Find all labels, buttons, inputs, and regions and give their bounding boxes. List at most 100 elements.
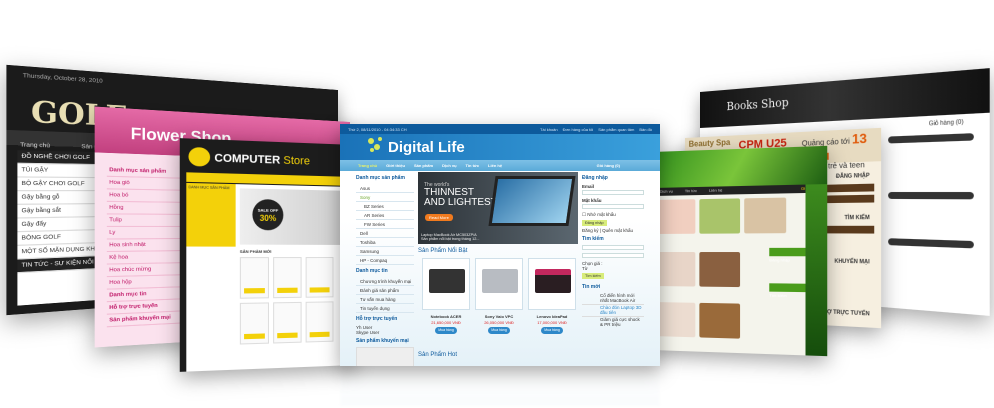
banner-headline: THINNEST AND LIGHTEST [424,188,497,208]
beauty-search: TÌM KIẾM [844,214,870,222]
header: Digital Life [340,134,660,160]
nav-item[interactable]: Sản phẩm [414,163,433,171]
promo-product[interactable] [356,347,414,366]
beauty-login: ĐĂNG NHẬP [835,172,870,181]
category-subitem[interactable]: FW Series [356,220,414,229]
news-item[interactable]: Chương trình khuyến mại [356,277,414,286]
nav-item[interactable]: Dịch vụ [442,163,456,171]
buy-button[interactable]: Mua hàng [435,327,457,334]
news-item[interactable]: Tin tuyển dụng [356,304,414,313]
hot-title: Sản Phẩm Hot [418,352,458,358]
banner-line: AND LIGHTEST [424,197,497,208]
buy-button[interactable]: Mua hàng [488,327,510,334]
promo-title: Sản phẩm khuyến mại [356,338,409,344]
spa-image [699,198,741,234]
login-button[interactable]: Đăng nhập [582,220,607,226]
top-link[interactable]: Đơn hàng của tôi [563,127,594,132]
latest-news-item[interactable]: Chào đón Laptop 3D đầu tiên [582,305,644,317]
product-image [482,269,518,293]
password-input[interactable] [582,204,644,209]
computer-brand-suffix: Store [283,154,310,168]
category-item[interactable]: Asus [356,184,414,193]
product-card[interactable] [239,257,269,299]
reflection [340,366,660,406]
product-card[interactable] [273,301,302,344]
product-card[interactable] [239,302,269,345]
product-card[interactable] [475,258,523,310]
spa-image [655,199,696,234]
news-item[interactable]: Tư vấn mua hàng [356,295,414,304]
top-links: Tài khoản Đơn hàng của tôi Sản phẩm quan… [540,127,652,132]
category-title: Danh mục sản phẩm [356,175,405,181]
spa-image [699,252,741,288]
price-from-label: Từ [582,266,588,271]
computer-brand-name: COMPUTER [214,152,281,167]
computer-logo-icon [188,146,211,167]
spa-image [699,302,741,339]
remember-checkbox[interactable]: ☐ Nhớ mật khẩu [582,212,644,218]
spa-bg [805,184,828,357]
books-box-header [888,133,974,144]
spa-nav-item[interactable]: Liên hệ [709,187,722,193]
top-link[interactable]: Tài khoản [540,127,558,132]
category-item[interactable]: Samsung [356,247,414,256]
support-skype[interactable]: Skype User [356,330,414,335]
nav-item[interactable]: Giới thiệu [386,163,405,171]
category-item[interactable]: Sony [356,193,414,202]
brand-logo[interactable]: Digital Life [388,139,465,156]
product-name[interactable]: Notebook ACER [422,314,470,319]
spa-header [652,145,828,188]
product-card[interactable] [422,258,470,310]
password-label: Mật khẩu [582,198,602,203]
product-card[interactable] [528,258,576,310]
right-sidebar: Đăng nhập Email Mật khẩu ☐ Nhớ mật khẩu … [582,172,644,329]
golf-nav-item[interactable]: Trang chủ [20,142,50,150]
featured-title: Sản Phẩm Nổi Bật [418,248,468,254]
date-time: Thứ 2, 08/11/2010 - 04:34:33 CH [348,126,407,132]
spa-nav-item[interactable]: Tin tức [685,188,697,194]
product-card[interactable] [305,301,334,343]
news-category-title: Danh mục tin [356,268,388,274]
top-link[interactable]: Sản phẩm quan tâm [598,127,634,132]
nav-item[interactable]: Liên hệ [488,163,502,171]
register-links[interactable]: Đăng ký | Quên mật khẩu [582,228,644,233]
search-select[interactable] [582,253,644,258]
nav-item[interactable]: Trang chủ [358,163,377,171]
books-box-header [888,238,974,249]
cart-link[interactable]: Giỏ hàng (0) [597,163,620,168]
category-subitem[interactable]: BZ Series [356,202,414,211]
product-name[interactable]: Lenovo IdeaPad [528,314,576,319]
read-more-button[interactable]: Read More [425,214,453,221]
product-card[interactable] [305,257,334,298]
search-input[interactable] [582,245,644,250]
email-input[interactable] [582,190,644,195]
main-nav: Trang chủ Giới thiệu Sản phẩm Dịch vụ Ti… [340,160,660,171]
latest-news-item[interactable]: Giảm giá cực shock & PR triệu [582,317,644,329]
news-item[interactable]: Đánh giá sản phẩm [356,286,414,295]
product-price: 26,050,000 VNĐ [484,320,514,325]
support-title: Hỗ trợ trực tuyến [356,316,398,322]
books-cart[interactable]: Giỏ hàng (0) [929,119,964,128]
buy-button[interactable]: Mua hàng [541,327,563,334]
product-price: 21,650,000 VNĐ [431,320,461,325]
hero-banner[interactable]: The world's THINNEST AND LIGHTEST Read Mo… [418,172,578,244]
product-card[interactable] [273,257,302,299]
search-button[interactable]: Tìm kiếm [582,273,604,279]
computer-banner: SALE OFF 30% [239,188,348,245]
category-item[interactable]: Toshiba [356,238,414,247]
nav-item[interactable]: Tin tức [466,163,480,171]
product-name[interactable]: Sony Vaio VPC [475,314,523,319]
golf-date: Thursday, October 28, 2010 [22,72,103,86]
banner-caption: Laptop MacBook Air MC503ZP/A Sản phẩm nổi… [421,233,479,241]
spa-nav-item[interactable]: Dịch vụ [660,189,673,195]
sale-label: SALE OFF [257,207,279,213]
spa-image [744,197,787,234]
banner-caption-sub: Sản phẩm nổi bật trong tháng 12... [421,237,480,241]
computer-category-title: DANH MỤC SẢN PHẨM [188,185,230,191]
category-item[interactable]: HP - Compaq [356,256,414,265]
category-subitem[interactable]: AR Series [356,211,414,220]
category-item[interactable]: Dell [356,229,414,238]
beauty-promo: KHUYẾN MẠI [834,258,870,266]
latest-news-item[interactable]: Cổ điển hình mới nhất MacBook Air [582,293,644,305]
top-link[interactable]: Bản đồ [639,127,652,132]
